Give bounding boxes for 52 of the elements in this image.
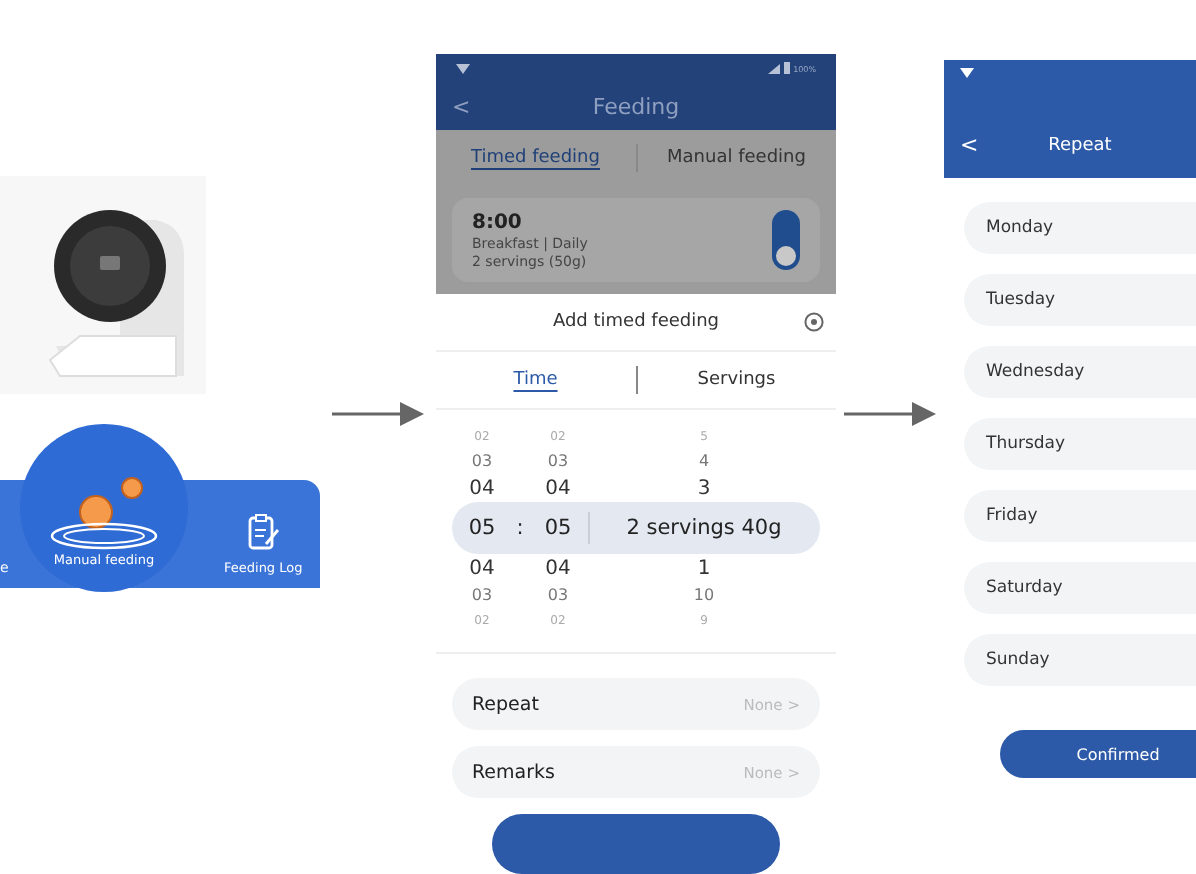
- minute-value: 03: [545, 586, 571, 604]
- servings-value: 1: [695, 557, 713, 579]
- sheet-tab[interactable]: Servings: [637, 370, 836, 390]
- battery-icon: [783, 62, 790, 75]
- option-label: Repeat: [472, 693, 541, 715]
- clipboard-icon: [247, 514, 280, 550]
- arrow-icon: [332, 402, 424, 426]
- action-button[interactable]: [492, 814, 780, 874]
- back-button[interactable]: <: [452, 93, 472, 120]
- sheet-title: Add timed feeding: [550, 312, 722, 332]
- servings-value: 10: [691, 586, 717, 604]
- screen-title: Repeat: [1046, 135, 1114, 155]
- toggle-switch[interactable]: [772, 210, 800, 270]
- signal-icon: [767, 63, 780, 74]
- picker-row[interactable]: 04 04 1: [452, 554, 820, 582]
- screen-title: Feeding: [590, 93, 682, 120]
- servings-value: 4: [696, 452, 712, 470]
- day-option[interactable]: Monday: [964, 202, 1196, 254]
- day-option[interactable]: Friday: [964, 490, 1196, 542]
- servings-value: 2 servings 40g: [624, 516, 784, 540]
- minute-value: 05: [542, 516, 574, 540]
- day-option[interactable]: Tuesday: [964, 274, 1196, 326]
- minute-value: 04: [543, 477, 573, 499]
- arrow-icon: [844, 402, 936, 426]
- close-icon[interactable]: [804, 312, 824, 332]
- hour-value: 04: [467, 477, 497, 499]
- minute-value: 03: [545, 452, 571, 470]
- back-button[interactable]: <: [960, 132, 980, 158]
- hour-value: 03: [469, 586, 495, 604]
- feeding-time: 8:00: [472, 211, 524, 233]
- bowl-icon: [48, 476, 160, 552]
- day-option[interactable]: Sunday: [964, 634, 1196, 686]
- day-option[interactable]: Thursday: [964, 418, 1196, 470]
- feeding-tab[interactable]: Manual feeding: [637, 148, 836, 168]
- day-option[interactable]: Saturday: [964, 562, 1196, 614]
- picker-row[interactable]: 03 03 10: [452, 582, 820, 608]
- picker-row[interactable]: 04 04 3: [452, 474, 820, 502]
- hour-value: 05: [466, 516, 498, 540]
- time-separator: :: [514, 516, 526, 540]
- selected-picker-row[interactable]: 05 : 05 2 servings 40g: [452, 502, 820, 554]
- sheet-tab[interactable]: Time: [436, 370, 635, 390]
- confirm-button[interactable]: Confirmed: [1000, 730, 1196, 778]
- hour-value: 04: [467, 557, 497, 579]
- wifi-icon: [960, 68, 974, 78]
- servings-value: 3: [695, 477, 713, 499]
- option-label: Remarks: [472, 761, 557, 783]
- feeding-tab[interactable]: Timed feeding: [436, 148, 635, 168]
- picker-row[interactable]: 03 03 4: [452, 448, 820, 474]
- wifi-icon: [456, 63, 470, 74]
- minute-value: 04: [543, 557, 573, 579]
- hour-value: 03: [469, 452, 495, 470]
- day-option[interactable]: Wednesday: [964, 346, 1196, 398]
